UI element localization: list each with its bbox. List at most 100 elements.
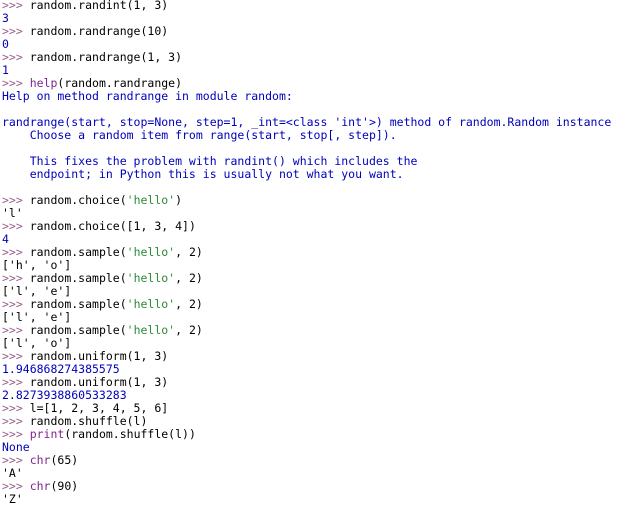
shell-output-line[interactable]: 'A' bbox=[0, 467, 621, 480]
code-text: (90) bbox=[50, 480, 79, 493]
prompt-marker: >>> bbox=[2, 454, 30, 467]
result-text: 2.8273938860533283 bbox=[2, 389, 127, 402]
code-text: ) bbox=[175, 194, 183, 207]
prompt-marker: >>> bbox=[2, 415, 30, 428]
shell-input-line[interactable]: >>> help(random.randrange) bbox=[0, 77, 621, 90]
shell-input-line[interactable]: >>> random.sample('hello', 2) bbox=[0, 272, 621, 285]
shell-input-line[interactable]: >>> l=[1, 2, 3, 4, 5, 6] bbox=[0, 402, 621, 415]
shell-input-line[interactable]: >>> random.uniform(1, 3) bbox=[0, 376, 621, 389]
shell-transcript[interactable]: >>> random.randint(1, 3)>>> random.randi… bbox=[0, 0, 621, 506]
shell-output-line[interactable]: endpoint; in Python this is usually not … bbox=[0, 168, 621, 181]
prompt-marker: >>> bbox=[2, 25, 30, 38]
result-text bbox=[2, 142, 9, 155]
shell-input-line[interactable]: >>> random.randrange(1, 3) bbox=[0, 51, 621, 64]
string-literal: 'hello' bbox=[126, 298, 176, 311]
code-text: , 2) bbox=[175, 272, 203, 285]
code-text: random.uniform(1, 3) bbox=[29, 376, 169, 389]
prompt-marker: >>> bbox=[2, 0, 30, 12]
result-text bbox=[2, 103, 9, 116]
code-text: ['l', 'e'] bbox=[2, 311, 72, 324]
result-text: 1 bbox=[2, 64, 9, 77]
result-text: endpoint; in Python this is usually not … bbox=[2, 168, 404, 181]
code-text: , 2) bbox=[175, 298, 203, 311]
code-text: ['l', 'e'] bbox=[2, 285, 72, 298]
prompt-marker: >>> bbox=[2, 194, 30, 207]
shell-output-line[interactable]: 1 bbox=[0, 64, 621, 77]
shell-output-line[interactable]: 4 bbox=[0, 233, 621, 246]
shell-output-line[interactable]: 2.8273938860533283 bbox=[0, 389, 621, 402]
shell-input-line[interactable]: >>> print(random.shuffle(l)) bbox=[0, 428, 621, 441]
result-text: randrange(start, stop=None, step=1, _int… bbox=[2, 116, 612, 129]
string-literal: 'hello' bbox=[126, 272, 176, 285]
prompt-marker: >>> bbox=[2, 350, 30, 363]
code-text: random.sample( bbox=[29, 324, 127, 337]
builtin-name: chr bbox=[29, 480, 51, 493]
prompt-marker: >>> bbox=[2, 324, 30, 337]
prompt-marker: >>> bbox=[2, 298, 30, 311]
shell-output-line[interactable]: 3 bbox=[0, 12, 621, 25]
shell-input-line[interactable]: >>> random.sample('hello', 2) bbox=[0, 324, 621, 337]
code-text: random.randrange(10) bbox=[29, 25, 169, 38]
result-text: 0 bbox=[2, 38, 9, 51]
code-text: ['h', 'o'] bbox=[2, 259, 72, 272]
shell-input-line[interactable]: >>> random.sample('hello', 2) bbox=[0, 246, 621, 259]
shell-output-line[interactable]: 'l' bbox=[0, 207, 621, 220]
shell-output-line[interactable]: ['l', 'o'] bbox=[0, 337, 621, 350]
result-text: 1.946868274385575 bbox=[2, 363, 120, 376]
result-text: This fixes the problem with randint() wh… bbox=[2, 155, 418, 168]
code-text: random.uniform(1, 3) bbox=[29, 350, 169, 363]
string-literal: 'hello' bbox=[126, 246, 176, 259]
shell-output-line[interactable]: randrange(start, stop=None, step=1, _int… bbox=[0, 116, 621, 129]
prompt-marker: >>> bbox=[2, 428, 30, 441]
code-text: random.sample( bbox=[29, 246, 127, 259]
shell-output-line[interactable]: None bbox=[0, 441, 621, 454]
shell-output-line[interactable]: 'Z' bbox=[0, 493, 621, 506]
shell-output-line[interactable]: 1.946868274385575 bbox=[0, 363, 621, 376]
code-text: , 2) bbox=[175, 246, 203, 259]
result-text: 3 bbox=[2, 12, 9, 25]
shell-output-line[interactable]: ['h', 'o'] bbox=[0, 259, 621, 272]
code-text: random.choice( bbox=[29, 194, 127, 207]
code-text: (random.randrange) bbox=[57, 77, 183, 90]
code-text: 'Z' bbox=[2, 493, 23, 506]
shell-input-line[interactable]: >>> random.choice([1, 3, 4]) bbox=[0, 220, 621, 233]
code-text: random.sample( bbox=[29, 272, 127, 285]
result-text: None bbox=[2, 441, 30, 454]
shell-input-line[interactable]: >>> random.randrange(10) bbox=[0, 25, 621, 38]
builtin-name: help bbox=[29, 77, 58, 90]
code-text: random.sample( bbox=[29, 298, 127, 311]
shell-input-line[interactable]: >>> random.randint(1, 3) bbox=[0, 0, 621, 12]
shell-input-line[interactable]: >>> random.uniform(1, 3) bbox=[0, 350, 621, 363]
shell-input-line[interactable]: >>> random.sample('hello', 2) bbox=[0, 298, 621, 311]
shell-input-line[interactable]: >>> chr(90) bbox=[0, 480, 621, 493]
shell-input-line[interactable]: >>> random.choice('hello') bbox=[0, 194, 621, 207]
shell-input-line[interactable]: >>> chr(65) bbox=[0, 454, 621, 467]
result-text: 4 bbox=[2, 233, 9, 246]
python-shell-output-area[interactable]: >>> random.randint(1, 3)>>> random.randi… bbox=[0, 0, 621, 506]
shell-output-line[interactable]: Help on method randrange in module rando… bbox=[0, 90, 621, 103]
builtin-name: print bbox=[29, 428, 65, 441]
shell-blank-line[interactable] bbox=[0, 142, 621, 155]
code-text: (65) bbox=[50, 454, 79, 467]
code-text: , 2) bbox=[175, 324, 203, 337]
prompt-marker: >>> bbox=[2, 77, 30, 90]
code-text: random.randint(1, 3) bbox=[29, 0, 169, 12]
code-text: l=[1, 2, 3, 4, 5, 6] bbox=[29, 402, 169, 415]
prompt-marker: >>> bbox=[2, 246, 30, 259]
code-text: random.shuffle(l) bbox=[29, 415, 148, 428]
shell-output-line[interactable]: This fixes the problem with randint() wh… bbox=[0, 155, 621, 168]
result-text: Choose a random item from range(start, s… bbox=[2, 129, 397, 142]
code-text: (random.shuffle(l)) bbox=[64, 428, 196, 441]
shell-blank-line[interactable] bbox=[0, 103, 621, 116]
shell-output-line[interactable]: ['l', 'e'] bbox=[0, 311, 621, 324]
string-literal: 'hello' bbox=[126, 324, 176, 337]
shell-blank-line[interactable] bbox=[0, 181, 621, 194]
string-literal: 'hello' bbox=[126, 194, 176, 207]
code-text: 'l' bbox=[2, 207, 23, 220]
shell-input-line[interactable]: >>> random.shuffle(l) bbox=[0, 415, 621, 428]
prompt-marker: >>> bbox=[2, 51, 30, 64]
shell-output-line[interactable]: 0 bbox=[0, 38, 621, 51]
code-text: 'A' bbox=[2, 467, 23, 480]
shell-output-line[interactable]: ['l', 'e'] bbox=[0, 285, 621, 298]
shell-output-line[interactable]: Choose a random item from range(start, s… bbox=[0, 129, 621, 142]
